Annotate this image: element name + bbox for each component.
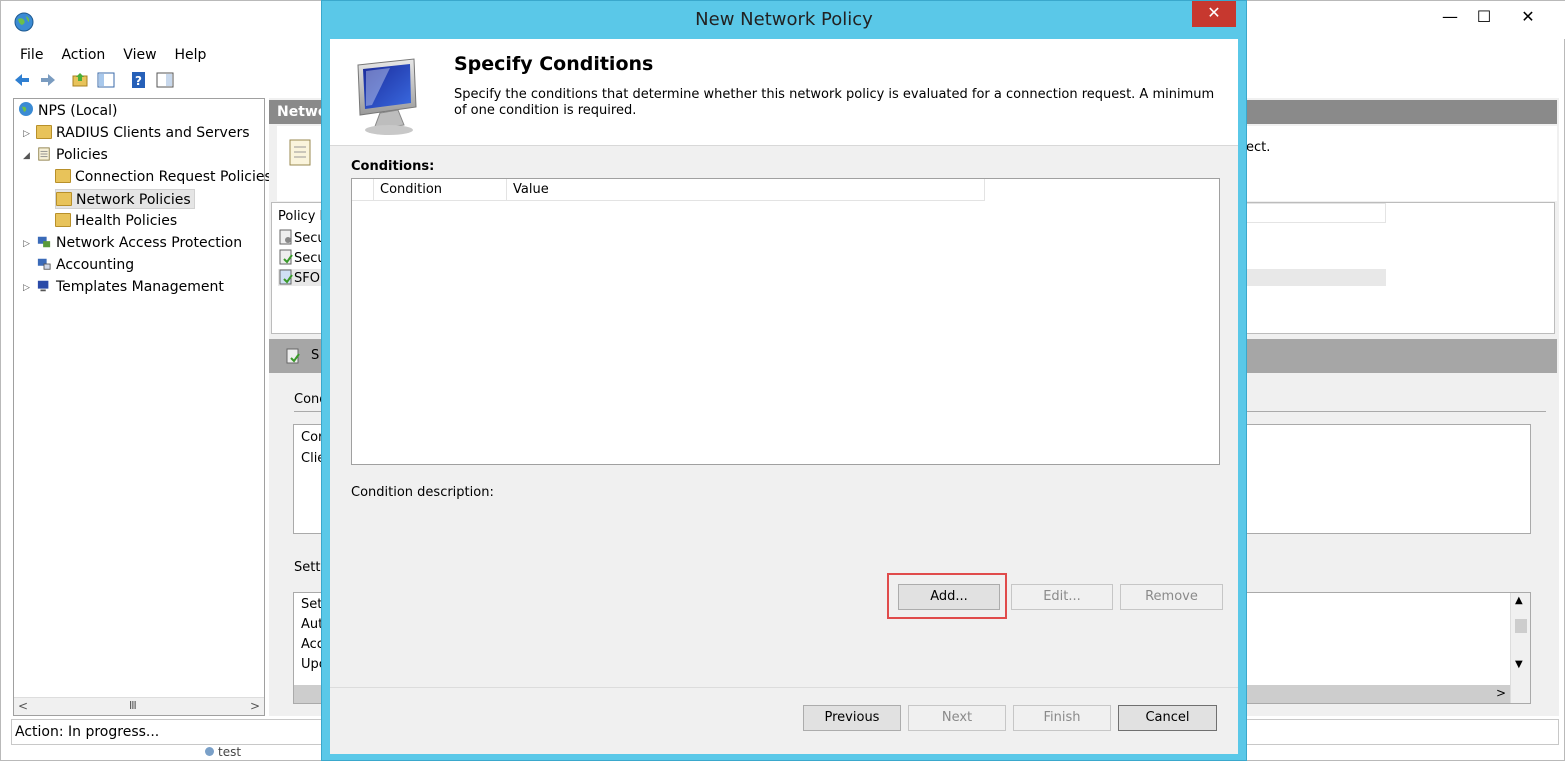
scroll-left-icon[interactable]: < [18, 699, 28, 713]
finish-button[interactable]: Finish [1013, 705, 1111, 731]
conditions-list[interactable]: Condition Value [351, 178, 1220, 465]
circle-icon [205, 747, 214, 756]
remove-button[interactable]: Remove [1120, 584, 1223, 610]
forward-arrow-icon[interactable] [39, 71, 57, 89]
accounting-computer-icon [37, 258, 51, 270]
settings-cell: Set [301, 597, 323, 612]
dialog-title: New Network Policy [695, 9, 873, 30]
tree-item-policies[interactable]: Policies [36, 145, 108, 165]
edit-button[interactable]: Edit... [1011, 584, 1113, 610]
scroll-thumb[interactable] [1515, 619, 1527, 633]
expand-arrow-icon[interactable]: ▷ [23, 129, 30, 139]
tree-label: NPS (Local) [38, 103, 118, 119]
scroll-thumb[interactable]: III [129, 699, 137, 712]
previous-button[interactable]: Previous [803, 705, 901, 731]
monitor-icon [357, 58, 417, 135]
conditions-label: Conditions: [351, 159, 435, 174]
dialog-close-button[interactable]: ✕ [1192, 1, 1236, 27]
policy-detail-title: S [311, 348, 320, 363]
show-hide-tree-icon[interactable] [97, 71, 115, 89]
menu-action[interactable]: Action [52, 45, 114, 65]
scroll-up-icon[interactable]: ▲ [1515, 595, 1523, 606]
scroll-right-icon[interactable]: > [1496, 686, 1506, 700]
maximize-button[interactable]: ☐ [1467, 6, 1501, 30]
network-policies-folder-icon [56, 192, 72, 206]
close-button[interactable]: ✕ [1511, 6, 1545, 30]
tree-label: Templates Management [56, 279, 224, 295]
help-icon[interactable]: ? [130, 71, 148, 89]
tree-label: Network Access Protection [56, 235, 243, 251]
toolbar: ? [13, 71, 213, 93]
wizard-page-title: Specify Conditions [454, 53, 654, 75]
policy-row[interactable]: Secu [278, 229, 326, 246]
tree-item-connection-request-policies[interactable]: Connection Request Policies [55, 167, 272, 187]
svg-text:?: ? [135, 74, 142, 88]
expand-arrow-icon[interactable]: ▷ [23, 283, 30, 293]
column-header-value[interactable]: Value [507, 179, 985, 201]
policy-row[interactable]: Secu [278, 249, 326, 266]
wizard-header: Specify Conditions Specify the condition… [330, 39, 1238, 146]
tree-item-radius-clients[interactable]: RADIUS Clients and Servers [36, 123, 250, 143]
tree-item-network-access-protection[interactable]: Network Access Protection [36, 233, 242, 253]
policy-disabled-icon [279, 229, 292, 245]
settings-cell: Aut [301, 617, 324, 632]
up-folder-icon[interactable] [71, 71, 89, 89]
tree-horizontal-scrollbar[interactable]: < III > [14, 697, 264, 715]
scroll-right-icon[interactable]: > [250, 699, 260, 713]
back-arrow-icon[interactable] [13, 71, 31, 89]
scroll-down-icon[interactable]: ▼ [1515, 659, 1523, 670]
tree-item-network-policies[interactable]: Network Policies [55, 189, 195, 209]
expand-arrow-icon[interactable]: ▷ [23, 239, 30, 249]
tree-label: Connection Request Policies [75, 169, 272, 185]
wizard-page-description: Specify the conditions that determine wh… [454, 87, 1215, 118]
status-text: Action: In progress... [15, 724, 160, 740]
tree-label: RADIUS Clients and Servers [56, 125, 250, 141]
tree-label: Health Policies [75, 213, 178, 229]
nps-app-icon [14, 12, 34, 32]
policies-icon [38, 147, 50, 161]
menu-help[interactable]: Help [166, 45, 216, 65]
settings-vertical-scrollbar[interactable]: ▲ ▼ [1510, 593, 1530, 703]
dialog-body: Specify Conditions Specify the condition… [330, 39, 1238, 754]
tree-item-health-policies[interactable]: Health Policies [55, 211, 177, 231]
cancel-button[interactable]: Cancel [1118, 705, 1217, 731]
add-button[interactable]: Add... [898, 584, 1000, 610]
policy-enabled-icon [279, 249, 293, 265]
properties-pane-icon[interactable] [156, 71, 174, 89]
folder-icon [55, 169, 71, 183]
tree-label: Network Policies [76, 192, 191, 208]
console-tree: NPS (Local) ▷ RADIUS Clients and Servers… [13, 98, 272, 716]
footer-separator [330, 687, 1238, 688]
menu-bar: File Action View Help [11, 45, 215, 67]
column-header[interactable] [1246, 203, 1386, 223]
column-header-blank[interactable] [352, 179, 374, 201]
document-icon [289, 139, 311, 166]
tree-label: Policies [56, 147, 108, 163]
background-item: test [205, 745, 241, 759]
condition-description-label: Condition description: [351, 485, 494, 500]
policy-detail-icon [286, 348, 300, 364]
new-network-policy-dialog: New Network Policy ✕ Specify Conditions … [321, 0, 1247, 761]
policy-enabled-icon [279, 269, 293, 285]
network-computer-icon [37, 236, 51, 248]
settings-section-label: Setti [294, 560, 325, 575]
nps-globe-icon [19, 102, 33, 116]
minimize-button[interactable]: — [1433, 6, 1467, 30]
tree-item-nps-local[interactable]: NPS (Local) [18, 101, 117, 121]
background-item-label: test [218, 745, 242, 759]
policy-name: SFO [294, 271, 320, 286]
column-header-condition[interactable]: Condition [374, 179, 507, 201]
menu-view[interactable]: View [114, 45, 165, 65]
folder-icon [36, 125, 52, 139]
next-button[interactable]: Next [908, 705, 1006, 731]
menu-file[interactable]: File [11, 45, 52, 65]
details-description-text: ect. [1246, 140, 1271, 155]
folder-icon [55, 213, 71, 227]
tree-label: Accounting [56, 257, 135, 273]
details-header-title: Netwo [277, 104, 328, 120]
tree-item-templates-management[interactable]: Templates Management [36, 277, 224, 297]
collapse-arrow-icon[interactable]: ◢ [23, 151, 30, 161]
templates-computer-icon [37, 280, 49, 292]
tree-item-accounting[interactable]: Accounting [36, 255, 134, 275]
